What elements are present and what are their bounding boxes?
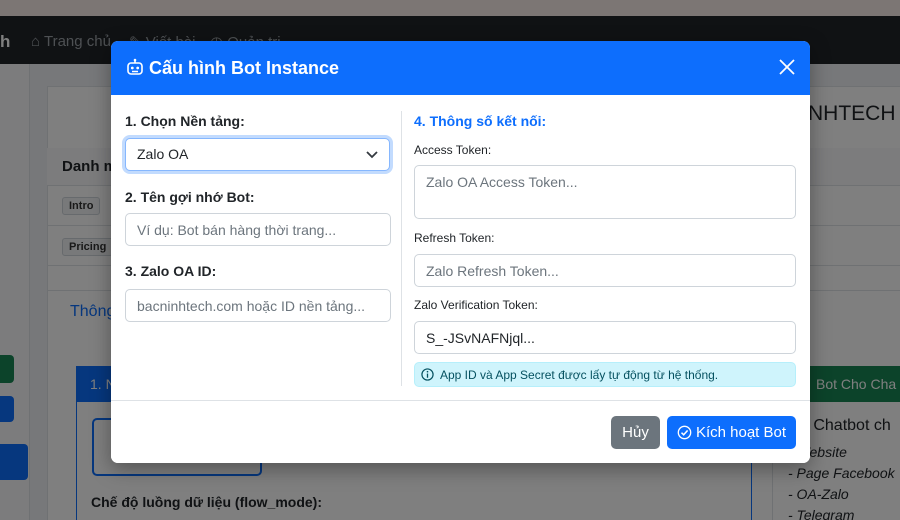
access-token-label: Access Token:: [414, 143, 492, 157]
modal-title: Cấu hình Bot Instance: [149, 57, 340, 78]
verification-token-input[interactable]: [414, 321, 796, 354]
info-alert-text: App ID và App Secret được lấy tự động từ…: [440, 367, 719, 382]
verification-token-label: Zalo Verification Token:: [414, 298, 538, 312]
modal-header: Cấu hình Bot Instance: [111, 41, 810, 95]
basic-info-column: 1. Chọn Nền tảng: Zalo OA 2. Tên gợi nhớ…: [125, 95, 393, 400]
platform-label: 1. Chọn Nền tảng:: [125, 113, 245, 129]
info-alert: App ID và App Secret được lấy tự động từ…: [414, 362, 796, 387]
chevron-down-icon: [366, 139, 378, 170]
platform-select[interactable]: Zalo OA: [125, 138, 390, 171]
platform-selected-value: Zalo OA: [137, 146, 189, 162]
access-token-input[interactable]: [414, 165, 796, 219]
oa-id-input[interactable]: [125, 289, 391, 322]
cancel-button[interactable]: Hủy: [611, 416, 660, 449]
bot-config-modal: Cấu hình Bot Instance 1. Chọn Nền tảng: …: [111, 41, 810, 463]
check-circle-icon: [677, 425, 692, 440]
column-divider: [401, 111, 402, 386]
bot-name-label: 2. Tên gợi nhớ Bot:: [125, 189, 255, 205]
info-icon: [421, 368, 434, 381]
connection-column: 4. Thông số kết nối: Access Token: Refre…: [414, 95, 797, 400]
close-icon[interactable]: [778, 58, 798, 78]
bot-name-input[interactable]: [125, 213, 391, 246]
refresh-token-input[interactable]: [414, 254, 796, 287]
activate-bot-button[interactable]: Kích hoạt Bot: [667, 416, 796, 449]
refresh-token-label: Refresh Token:: [414, 231, 495, 245]
connection-section-title: 4. Thông số kết nối:: [414, 113, 547, 129]
robot-icon: [125, 58, 145, 78]
oa-id-label: 3. Zalo OA ID:: [125, 263, 217, 279]
modal-footer: Hủy Kích hoạt Bot: [111, 400, 810, 463]
activate-bot-label: Kích hoạt Bot: [695, 424, 787, 441]
cancel-button-label: Hủy: [622, 424, 649, 441]
